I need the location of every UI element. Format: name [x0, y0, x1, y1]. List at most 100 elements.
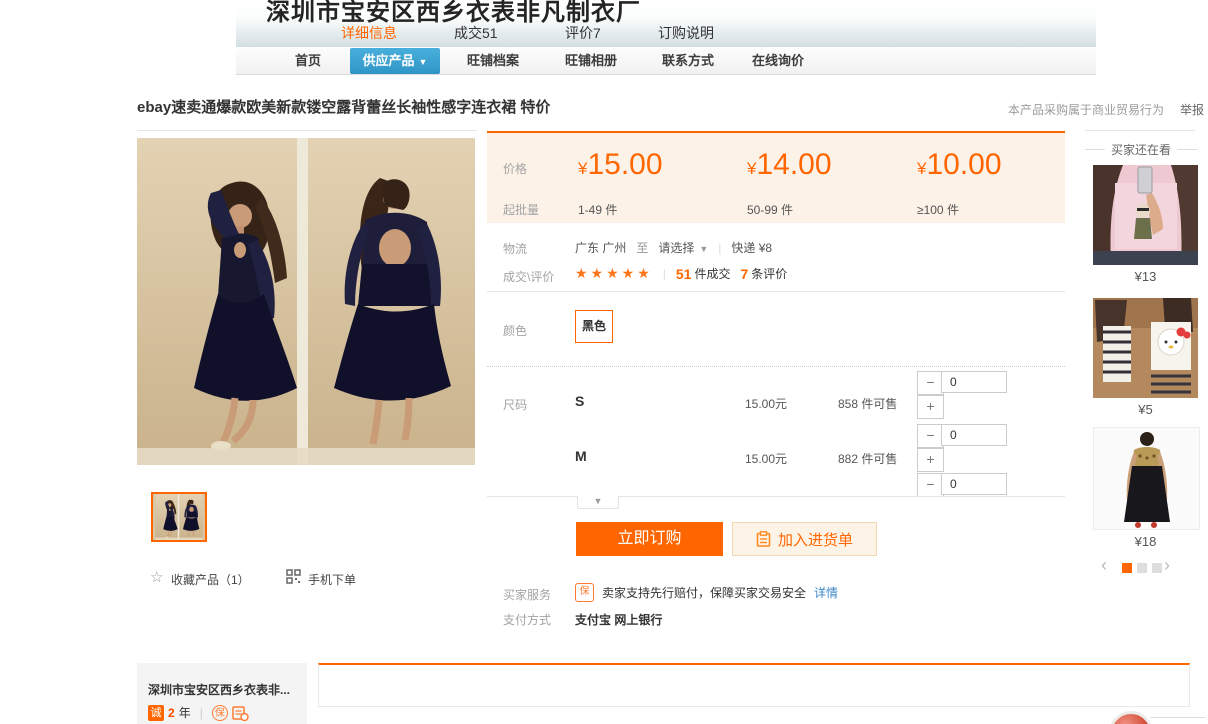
tab-order-notes[interactable]: 订购说明 — [658, 23, 714, 43]
store-navbar: 首页 供应产品▼ 旺铺档案 旺铺相册 联系方式 在线询价 — [236, 47, 1096, 75]
certificate-badge-icon — [232, 705, 249, 721]
recommend-item-image[interactable] — [1093, 298, 1198, 398]
deal-count-suffix: 件成交 — [694, 265, 730, 282]
color-label: 颜色 — [503, 322, 527, 339]
nav-item-products[interactable]: 供应产品▼ — [350, 48, 440, 74]
guarantee-text: 卖家支持先行赔付，保障买家交易安全 — [602, 584, 806, 601]
to-text: 至 — [636, 239, 648, 256]
add-to-purchase-list-button[interactable]: 加入进货单 — [732, 522, 877, 556]
recommend-header: 买家还在看 — [1085, 141, 1197, 158]
separator: | — [663, 267, 666, 281]
trade-notice: 本产品采购属于商业贸易行为 — [1008, 101, 1164, 118]
add-to-purchase-list-label: 加入进货单 — [778, 529, 853, 550]
chevron-down-icon: ▼ — [699, 244, 708, 254]
size-price: 15.00元 — [745, 450, 787, 467]
divider — [487, 496, 1065, 497]
color-option-black[interactable]: 黑色 — [575, 310, 613, 343]
qr-code-icon — [286, 569, 301, 584]
nav-item-home[interactable]: 首页 — [295, 47, 321, 75]
qty-input[interactable] — [941, 371, 1007, 393]
qty-plus-button[interactable]: + — [917, 395, 944, 419]
express-fee: 快递 ¥8 — [731, 239, 772, 256]
qty-minus-button[interactable]: − — [917, 473, 944, 497]
qty-input[interactable] — [941, 473, 1007, 495]
moq-label: 起批量 — [503, 201, 539, 218]
nav-item-inquiry[interactable]: 在线询价 — [752, 47, 804, 75]
pagination-next-icon[interactable]: › — [1164, 556, 1170, 574]
detail-link[interactable]: 详情 — [814, 584, 838, 601]
pagination-dot-active[interactable] — [1122, 563, 1132, 573]
deal-count: 51 — [676, 266, 692, 282]
mobile-order-button[interactable]: 手机下单 — [308, 571, 356, 588]
qty-plus-button[interactable]: + — [917, 448, 944, 472]
divider — [1177, 149, 1197, 150]
deals-row: ★★★★★ | 51件成交 7条评价 — [575, 265, 787, 282]
nav-item-album[interactable]: 旺铺相册 — [565, 47, 617, 75]
review-count-suffix: 条评价 — [751, 265, 787, 282]
size-name: M — [575, 448, 587, 464]
recommend-item-image[interactable] — [1093, 165, 1198, 265]
logistics-label: 物流 — [503, 240, 527, 257]
customer-service-float-button[interactable] — [1109, 711, 1153, 724]
member-years: 2 — [168, 706, 175, 720]
logistics-row: 广东 广州 至 请选择 ▼ | 快递 ¥8 — [575, 239, 772, 256]
qty-minus-button[interactable]: − — [917, 371, 944, 395]
guarantee-badge-icon: 保 — [212, 705, 228, 721]
tier-price: ¥14.00 — [747, 148, 832, 182]
tab-reviews[interactable]: 评价7 — [565, 23, 601, 43]
size-stock: 858 件可售 — [838, 395, 897, 412]
order-now-button[interactable]: 立即订购 — [576, 522, 723, 556]
recommend-item-price: ¥5 — [1093, 402, 1198, 417]
review-count-link[interactable]: 7条评价 — [740, 265, 787, 282]
integrity-badge-icon: 诚 — [148, 705, 164, 721]
star-outline-icon: ☆ — [150, 568, 163, 586]
separator: | — [718, 241, 721, 255]
size-label: 尺码 — [503, 396, 527, 413]
guarantee-badge-icon: 保 — [575, 583, 594, 602]
destination-dropdown[interactable]: 请选择 ▼ — [658, 239, 708, 256]
origin-text: 广东 广州 — [575, 239, 626, 256]
price-label: 价格 — [503, 160, 527, 177]
tier-price: ¥10.00 — [917, 148, 1002, 182]
pagination-dot[interactable] — [1137, 563, 1147, 573]
detail-tabbar — [318, 663, 1190, 707]
deal-count-link[interactable]: 51件成交 — [676, 265, 731, 282]
pagination-prev-icon[interactable]: ‹ — [1101, 556, 1107, 574]
deals-label: 成交\评价 — [503, 268, 554, 285]
divider — [1150, 717, 1205, 718]
pagination-dot[interactable] — [1152, 563, 1162, 573]
store-badges: 诚 2 年 | 保 — [148, 704, 249, 721]
tier-price: ¥15.00 — [578, 148, 663, 182]
page-root: 深圳市宝安区西乡衣表非凡制衣厂 首页 供应产品▼ 旺铺档案 旺铺相册 联系方式 … — [0, 0, 1208, 724]
tab-detail-info[interactable]: 详细信息 — [341, 23, 397, 43]
store-name-link[interactable]: 深圳市宝安区西乡衣表非... — [148, 681, 298, 698]
report-link[interactable]: 举报 — [1180, 101, 1204, 118]
price-value: 14.00 — [756, 148, 831, 181]
product-image — [137, 138, 475, 465]
expand-sizes-button[interactable]: ▼ — [577, 496, 619, 509]
tab-deals[interactable]: 成交51 — [454, 23, 498, 43]
qty-input[interactable] — [941, 424, 1007, 446]
nav-item-contact[interactable]: 联系方式 — [662, 47, 714, 75]
trade-notice-row: 本产品采购属于商业贸易行为 举报 — [1008, 101, 1204, 118]
store-card: 深圳市宝安区西乡衣表非... 诚 2 年 | 保 — [137, 663, 307, 724]
tier-qty: 1-49 件 — [578, 201, 617, 218]
divider — [1085, 149, 1105, 150]
product-thumbnail[interactable] — [151, 492, 207, 542]
price-value: 15.00 — [587, 148, 662, 181]
size-price: 15.00元 — [745, 395, 787, 412]
product-title: ebay速卖通爆款欧美新款镂空露背蕾丝长袖性感字连衣裙 特价 — [137, 96, 550, 117]
member-years-suffix: 年 — [179, 704, 191, 721]
recommend-title: 买家还在看 — [1111, 141, 1171, 158]
tier-qty: 50-99 件 — [747, 201, 793, 218]
destination-placeholder: 请选择 — [658, 241, 694, 255]
nav-item-products-label: 供应产品 — [363, 53, 415, 68]
size-stock: 882 件可售 — [838, 450, 897, 467]
favorite-product-button[interactable]: 收藏产品（1） — [171, 571, 250, 588]
qty-minus-button[interactable]: − — [917, 424, 944, 448]
recommend-item-price: ¥18 — [1093, 534, 1198, 549]
recommend-item-image[interactable] — [1093, 427, 1200, 530]
buyer-service-label: 买家服务 — [503, 586, 551, 603]
nav-item-archive[interactable]: 旺铺档案 — [467, 47, 519, 75]
payment-methods: 支付宝 网上银行 — [575, 611, 662, 628]
